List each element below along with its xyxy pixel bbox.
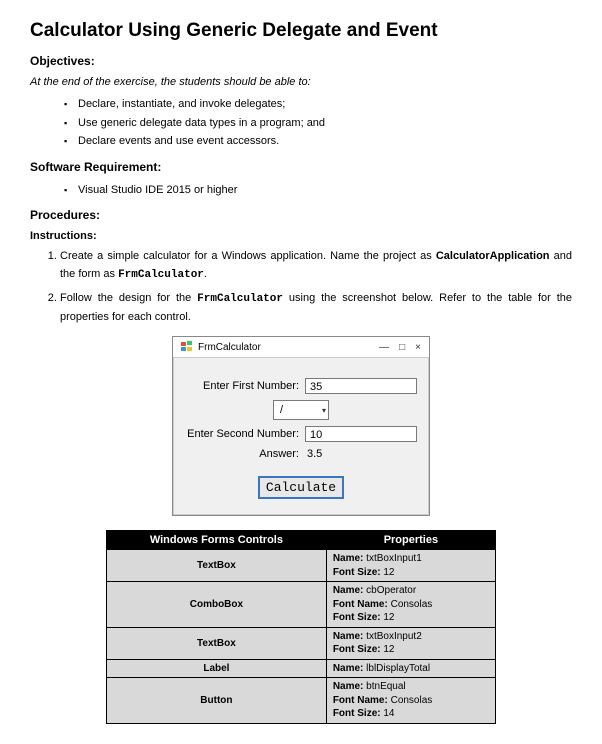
procedures-heading: Procedures: — [30, 208, 572, 222]
property-line: Font Name: Consolas — [333, 694, 489, 708]
property-key: Font Size: — [333, 567, 381, 578]
properties-cell: Name: txtBoxInput2Font Size: 12 — [326, 627, 495, 659]
app-icon — [181, 341, 193, 353]
chevron-down-icon: ▾ — [322, 406, 326, 415]
answer-value: 3.5 — [305, 448, 322, 460]
control-cell: ComboBox — [107, 582, 327, 628]
property-value: lblDisplayTotal — [363, 663, 430, 674]
instructions-list: Create a simple calculator for a Windows… — [30, 248, 572, 326]
property-line: Name: btnEqual — [333, 680, 489, 694]
table-row: ComboBoxName: cbOperatorFont Name: Conso… — [107, 582, 496, 628]
objective-item: Declare, instantiate, and invoke delegat… — [64, 96, 572, 113]
property-key: Font Size: — [333, 708, 381, 719]
form-titlebar: FrmCalculator — □ × — [173, 337, 429, 358]
control-cell: Button — [107, 678, 327, 724]
close-icon[interactable]: × — [415, 342, 421, 353]
window-title: FrmCalculator — [198, 342, 261, 353]
properties-table: Windows Forms Controls Properties TextBo… — [106, 530, 496, 724]
property-line: Font Size: 12 — [333, 566, 489, 580]
property-value: Consolas — [388, 599, 432, 610]
maximize-icon[interactable]: □ — [399, 342, 405, 353]
property-line: Name: cbOperator — [333, 584, 489, 598]
property-value: txtBoxInput2 — [363, 631, 421, 642]
property-key: Font Name: — [333, 695, 388, 706]
th-controls: Windows Forms Controls — [107, 531, 327, 550]
software-list: Visual Studio IDE 2015 or higher — [64, 182, 572, 199]
table-row: TextBoxName: txtBoxInput2Font Size: 12 — [107, 627, 496, 659]
label-second-number: Enter Second Number: — [185, 428, 305, 440]
property-key: Font Name: — [333, 599, 388, 610]
step-bold: CalculatorApplication — [436, 250, 550, 262]
property-line: Font Size: 12 — [333, 611, 489, 625]
first-number-input[interactable]: 35 — [305, 378, 417, 394]
objectives-list: Declare, instantiate, and invoke delegat… — [64, 96, 572, 150]
table-row: ButtonName: btnEqualFont Name: ConsolasF… — [107, 678, 496, 724]
instruction-step: Create a simple calculator for a Windows… — [60, 248, 572, 284]
property-line: Font Size: 12 — [333, 643, 489, 657]
control-cell: TextBox — [107, 627, 327, 659]
objectives-heading: Objectives: — [30, 54, 572, 68]
control-cell: TextBox — [107, 550, 327, 582]
property-value: 12 — [381, 567, 395, 578]
property-value: 14 — [381, 708, 395, 719]
step-mono: FrmCalculator — [118, 269, 204, 281]
properties-cell: Name: txtBoxInput1Font Size: 12 — [326, 550, 495, 582]
operator-combobox[interactable]: / ▾ — [273, 400, 329, 420]
property-line: Name: txtBoxInput1 — [333, 552, 489, 566]
property-key: Name: — [333, 631, 364, 642]
property-key: Name: — [333, 663, 364, 674]
label-answer: Answer: — [185, 448, 305, 460]
property-key: Font Size: — [333, 612, 381, 623]
property-value: txtBoxInput1 — [363, 553, 421, 564]
step-text: Follow the design for the — [60, 292, 197, 304]
instructions-heading: Instructions: — [30, 230, 572, 242]
property-line: Font Name: Consolas — [333, 598, 489, 612]
property-key: Name: — [333, 585, 364, 596]
step-text: . — [204, 268, 207, 280]
form-window: FrmCalculator — □ × Enter First Number: … — [172, 336, 430, 516]
properties-cell: Name: lblDisplayTotal — [326, 659, 495, 678]
control-cell: Label — [107, 659, 327, 678]
software-heading: Software Requirement: — [30, 160, 572, 174]
property-value: btnEqual — [363, 681, 405, 692]
property-value: 12 — [381, 644, 395, 655]
property-key: Name: — [333, 553, 364, 564]
property-value: Consolas — [388, 695, 432, 706]
table-row: TextBoxName: txtBoxInput1Font Size: 12 — [107, 550, 496, 582]
property-line: Name: lblDisplayTotal — [333, 662, 489, 676]
property-key: Font Size: — [333, 644, 381, 655]
th-properties: Properties — [326, 531, 495, 550]
properties-cell: Name: btnEqualFont Name: ConsolasFont Si… — [326, 678, 495, 724]
calculate-button[interactable]: Calculate — [258, 476, 344, 499]
table-row: Label Name: lblDisplayTotal — [107, 659, 496, 678]
step-text: Create a simple calculator for a Windows… — [60, 250, 436, 262]
label-first-number: Enter First Number: — [185, 380, 305, 392]
objective-item: Declare events and use event accessors. — [64, 133, 572, 150]
instruction-step: Follow the design for the FrmCalculator … — [60, 290, 572, 326]
minimize-icon[interactable]: — — [379, 342, 389, 353]
software-item: Visual Studio IDE 2015 or higher — [64, 182, 572, 199]
properties-cell: Name: cbOperatorFont Name: ConsolasFont … — [326, 582, 495, 628]
property-key: Name: — [333, 681, 364, 692]
operator-value: / — [280, 404, 283, 416]
second-number-input[interactable]: 10 — [305, 426, 417, 442]
property-line: Name: txtBoxInput2 — [333, 630, 489, 644]
objective-item: Use generic delegate data types in a pro… — [64, 115, 572, 132]
page-title: Calculator Using Generic Delegate and Ev… — [30, 20, 572, 42]
property-value: cbOperator — [363, 585, 416, 596]
property-line: Font Size: 14 — [333, 707, 489, 721]
step-mono: FrmCalculator — [197, 293, 283, 305]
objectives-intro: At the end of the exercise, the students… — [30, 76, 572, 88]
property-value: 12 — [381, 612, 395, 623]
